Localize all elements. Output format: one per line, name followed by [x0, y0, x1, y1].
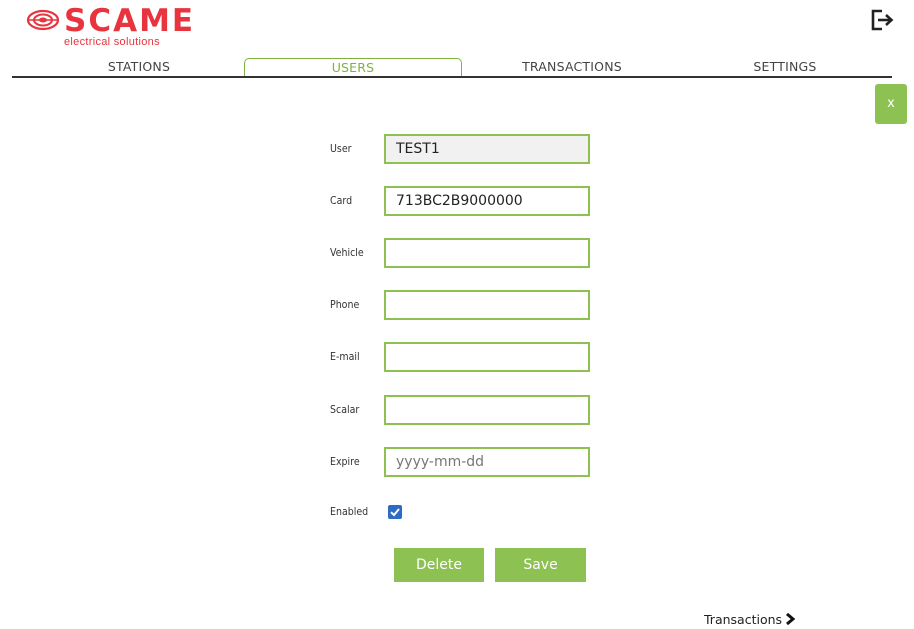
close-button[interactable]: x — [875, 84, 907, 124]
transactions-link[interactable]: Transactions — [704, 612, 796, 628]
expire-label: Expire — [330, 456, 360, 468]
logout-icon — [871, 9, 894, 31]
user-field[interactable] — [384, 134, 590, 164]
card-label: Card — [330, 195, 353, 207]
expire-field[interactable] — [384, 447, 590, 477]
enabled-checkbox[interactable] — [388, 505, 402, 519]
tab-settings[interactable]: SETTINGS — [722, 58, 848, 76]
vehicle-field[interactable] — [384, 238, 590, 268]
phone-field[interactable] — [384, 290, 590, 320]
logout-button[interactable] — [868, 6, 896, 34]
scame-logo: SCAME electrical solutions — [26, 3, 216, 48]
phone-label: Phone — [330, 299, 360, 311]
scame-logo-mark-icon — [26, 9, 60, 31]
chevron-right-icon — [785, 612, 796, 628]
card-field[interactable] — [384, 186, 590, 216]
tab-stations[interactable]: STATIONS — [74, 58, 204, 76]
transactions-link-label: Transactions — [704, 612, 783, 627]
user-label: User — [330, 143, 352, 155]
scalar-field[interactable] — [384, 395, 590, 425]
enabled-label: Enabled — [330, 506, 369, 518]
tab-transactions[interactable]: TRANSACTIONS — [500, 58, 644, 76]
brand-name: SCAME — [64, 3, 196, 39]
delete-button[interactable]: Delete — [394, 548, 484, 582]
save-button[interactable]: Save — [495, 548, 586, 582]
brand-tagline: electrical solutions — [64, 36, 160, 48]
main-navigation: STATIONS USERS TRANSACTIONS SETTINGS — [12, 58, 892, 78]
email-field[interactable] — [384, 342, 590, 372]
tab-users[interactable]: USERS — [244, 58, 462, 76]
checkmark-icon — [390, 508, 400, 517]
scalar-label: Scalar — [330, 404, 360, 416]
vehicle-label: Vehicle — [330, 247, 364, 259]
email-label: E-mail — [330, 351, 360, 363]
